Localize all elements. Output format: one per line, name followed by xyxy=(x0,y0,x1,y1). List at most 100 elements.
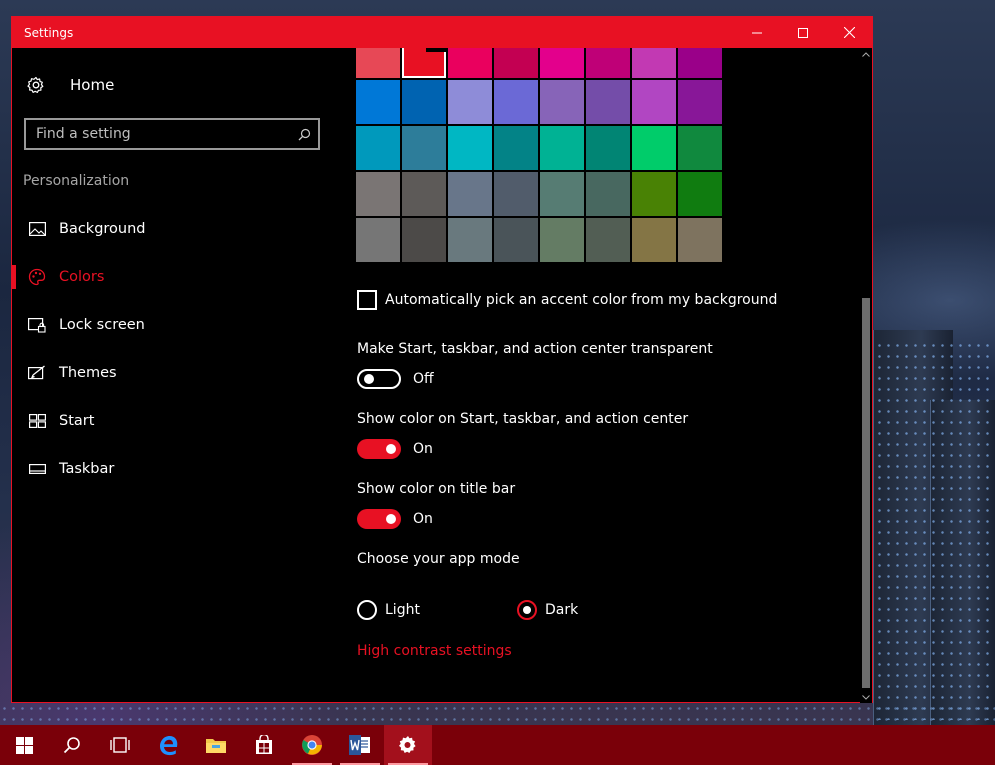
themes-icon xyxy=(27,363,47,383)
minimize-button[interactable] xyxy=(734,17,780,48)
color-swatch[interactable] xyxy=(540,126,584,170)
search-input[interactable] xyxy=(26,126,290,142)
color-swatch[interactable] xyxy=(678,48,722,78)
minimize-icon xyxy=(752,32,762,33)
sidebar-item-themes[interactable]: Themes xyxy=(12,349,342,397)
color-swatch[interactable] xyxy=(448,172,492,216)
color-swatch[interactable] xyxy=(540,80,584,124)
color-swatch[interactable] xyxy=(356,126,400,170)
sidebar-item-colors[interactable]: Colors xyxy=(12,253,342,301)
taskbar-settings-button[interactable] xyxy=(384,725,432,765)
search-icon[interactable] xyxy=(290,128,318,141)
color-swatch[interactable] xyxy=(494,218,538,262)
sidebar-item-start[interactable]: Start xyxy=(12,397,342,445)
scroll-down-icon[interactable] xyxy=(860,691,872,703)
show-color-start-toggle[interactable] xyxy=(357,439,401,459)
color-swatch[interactable] xyxy=(586,126,630,170)
sidebar: Home Personalization Background Colors xyxy=(12,48,342,703)
wallpaper-city-lights xyxy=(0,703,995,725)
color-swatch[interactable] xyxy=(540,48,584,78)
color-swatch[interactable] xyxy=(632,80,676,124)
app-mode-light-radio[interactable]: Light xyxy=(357,600,517,620)
color-swatch[interactable] xyxy=(632,218,676,262)
color-swatch[interactable] xyxy=(356,48,400,78)
color-swatch[interactable] xyxy=(494,48,538,78)
show-color-titlebar-toggle-row[interactable]: On xyxy=(357,509,433,529)
taskbar-store-button[interactable] xyxy=(240,725,288,765)
color-swatch[interactable] xyxy=(402,218,446,262)
color-swatch[interactable] xyxy=(448,80,492,124)
color-swatch[interactable] xyxy=(632,172,676,216)
sidebar-item-background[interactable]: Background xyxy=(12,205,342,253)
sidebar-item-label: Background xyxy=(59,221,146,237)
sidebar-item-lock-screen[interactable]: Lock screen xyxy=(12,301,342,349)
toggle-knob xyxy=(386,444,396,454)
color-swatch[interactable] xyxy=(356,218,400,262)
sidebar-item-taskbar[interactable]: Taskbar xyxy=(12,445,342,493)
show-color-start-toggle-row[interactable]: On xyxy=(357,439,433,459)
wallpaper-city-lights xyxy=(875,340,990,720)
color-swatch[interactable] xyxy=(448,48,492,78)
color-swatch[interactable] xyxy=(402,80,446,124)
color-swatch[interactable] xyxy=(356,172,400,216)
radio-circle[interactable] xyxy=(357,600,377,620)
show-color-titlebar-label: Show color on title bar xyxy=(357,481,516,497)
color-swatch[interactable] xyxy=(586,172,630,216)
color-swatch[interactable] xyxy=(678,80,722,124)
color-swatch-selected[interactable] xyxy=(402,48,446,78)
vertical-scrollbar[interactable] xyxy=(860,48,872,703)
gear-icon xyxy=(24,73,48,97)
taskbar-word-button[interactable] xyxy=(336,725,384,765)
taskbar-file-explorer-button[interactable] xyxy=(192,725,240,765)
home-label: Home xyxy=(70,76,115,94)
color-swatch[interactable] xyxy=(402,172,446,216)
color-swatch[interactable] xyxy=(494,172,538,216)
app-mode-label: Choose your app mode xyxy=(357,551,520,567)
sidebar-item-home[interactable]: Home xyxy=(24,72,114,98)
high-contrast-settings-link[interactable]: High contrast settings xyxy=(357,643,512,659)
color-swatch[interactable] xyxy=(632,48,676,78)
color-swatch[interactable] xyxy=(494,126,538,170)
color-swatch[interactable] xyxy=(586,218,630,262)
maximize-button[interactable] xyxy=(780,17,826,48)
color-swatch[interactable] xyxy=(632,126,676,170)
toggle-knob xyxy=(386,514,396,524)
file-explorer-icon xyxy=(206,739,226,753)
show-color-start-label: Show color on Start, taskbar, and action… xyxy=(357,411,689,427)
auto-pick-accent-checkbox[interactable] xyxy=(357,290,377,310)
sidebar-item-label: Taskbar xyxy=(59,461,115,477)
color-swatch[interactable] xyxy=(586,80,630,124)
color-swatch[interactable] xyxy=(402,126,446,170)
scrollbar-thumb[interactable] xyxy=(862,298,870,688)
scroll-up-icon[interactable] xyxy=(860,48,872,60)
search-box[interactable] xyxy=(24,118,320,150)
color-swatch[interactable] xyxy=(540,218,584,262)
radio-circle[interactable] xyxy=(517,600,537,620)
color-swatch[interactable] xyxy=(494,80,538,124)
transparent-toggle-row[interactable]: Off xyxy=(357,369,434,389)
checkmark-icon xyxy=(426,48,446,52)
color-swatch[interactable] xyxy=(356,80,400,124)
color-swatch[interactable] xyxy=(448,126,492,170)
color-swatch[interactable] xyxy=(448,218,492,262)
task-view-button[interactable] xyxy=(96,725,144,765)
color-swatch[interactable] xyxy=(678,126,722,170)
taskbar-search-button[interactable] xyxy=(48,725,96,765)
sidebar-item-label: Themes xyxy=(59,365,117,381)
transparent-toggle[interactable] xyxy=(357,369,401,389)
taskbar-chrome-button[interactable] xyxy=(288,725,336,765)
toggle-knob xyxy=(364,374,374,384)
close-button[interactable] xyxy=(826,17,872,48)
auto-pick-accent-row[interactable]: Automatically pick an accent color from … xyxy=(357,290,777,310)
palette-icon xyxy=(27,267,47,287)
color-swatch[interactable] xyxy=(678,218,722,262)
taskbar-edge-button[interactable] xyxy=(144,725,192,765)
start-button[interactable] xyxy=(0,725,48,765)
app-mode-dark-radio[interactable]: Dark xyxy=(517,600,677,620)
color-swatch[interactable] xyxy=(540,172,584,216)
color-swatch[interactable] xyxy=(678,172,722,216)
title-bar[interactable]: Settings xyxy=(12,17,872,48)
settings-window: Settings Home Find a setting Personaliza… xyxy=(11,16,873,703)
color-swatch[interactable] xyxy=(586,48,630,78)
show-color-titlebar-toggle[interactable] xyxy=(357,509,401,529)
